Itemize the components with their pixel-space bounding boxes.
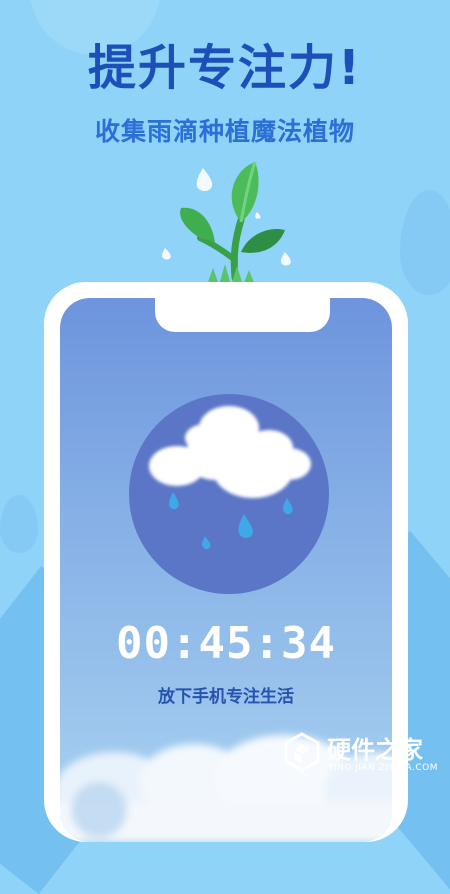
raindrop-icon [201,536,211,550]
raindrop-icon [169,492,179,510]
cloud-rain-icon [149,406,311,550]
watermark: 硬件之家 YING JIAN ZHI JIA.COM [283,730,443,780]
subheadline: 收集雨滴种植魔法植物 [94,117,355,146]
headline: 提升专注力! [88,40,362,96]
background-raindrop-left [0,495,38,553]
sprout-icon [161,161,291,285]
watermark-name: 硬件之家 [327,736,423,764]
phone-notch [155,298,330,332]
focus-timer: 00:45:34 [116,618,336,669]
hexagon-logo-icon [284,732,320,772]
watermark-url: YING JIAN ZHI JIA.COM [328,763,439,773]
raindrop-icon [238,514,254,538]
background-raindrop-right [400,190,450,295]
raindrop-icon [283,498,293,515]
weather-badge [129,394,329,594]
